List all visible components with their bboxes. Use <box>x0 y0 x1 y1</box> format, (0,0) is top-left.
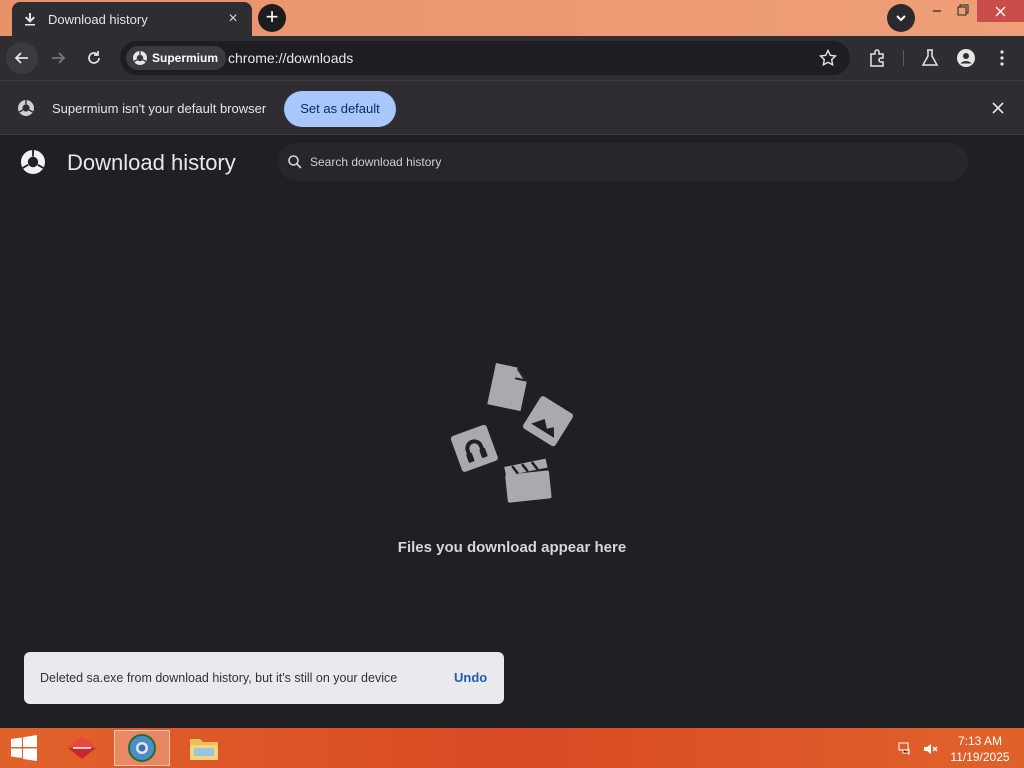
search-icon <box>288 155 302 169</box>
forward-button[interactable] <box>42 42 74 74</box>
close-icon[interactable] <box>989 99 1007 117</box>
network-icon[interactable] <box>898 741 914 757</box>
empty-state-message: Files you download appear here <box>397 539 627 556</box>
close-icon <box>995 6 1006 17</box>
arrow-right-icon <box>52 52 66 64</box>
document-icon <box>487 363 527 412</box>
bookmark-star-icon[interactable] <box>818 48 838 68</box>
taskbar-app-red[interactable] <box>54 730 110 766</box>
set-as-default-button[interactable]: Set as default <box>284 91 396 127</box>
start-button[interactable] <box>0 730 48 766</box>
undo-toast: Deleted sa.exe from download history, bu… <box>24 652 504 704</box>
restore-button[interactable] <box>950 0 974 22</box>
clock-time: 7:13 AM <box>957 734 1003 748</box>
reload-icon <box>88 51 100 64</box>
profile-avatar-icon[interactable] <box>956 48 976 68</box>
folder-icon <box>190 739 218 760</box>
restore-icon <box>957 4 969 16</box>
toast-message: Deleted sa.exe from download history, bu… <box>40 671 398 685</box>
window-close-button[interactable] <box>977 0 1024 22</box>
tab-search-button[interactable] <box>887 4 915 32</box>
default-browser-infobar: Supermium isn't your default browser Set… <box>0 80 1024 135</box>
clock-date: 11/19/2025 <box>950 750 1010 764</box>
infobar-message: Supermium isn't your default browser <box>52 101 267 116</box>
windows-taskbar: 7:13 AM 11/19/2025 <box>0 728 1024 768</box>
image-icon <box>522 396 574 447</box>
search-downloads-input[interactable]: Search download history <box>278 143 968 181</box>
chip-label: Supermium <box>152 51 219 65</box>
taskbar-file-explorer[interactable] <box>176 730 232 766</box>
supermium-logo-icon <box>21 150 45 174</box>
tab-download-history[interactable]: Download history × <box>12 2 252 36</box>
system-clock[interactable]: 7:13 AM 11/19/2025 <box>948 733 1012 765</box>
new-tab-button[interactable]: + <box>258 4 286 32</box>
download-icon <box>25 13 35 26</box>
supermium-logo-icon <box>133 51 147 65</box>
extensions-icon[interactable] <box>867 48 887 68</box>
minimize-icon <box>933 10 941 12</box>
page-title: Download history <box>67 150 236 175</box>
title-bar: Download history × + <box>0 0 1024 36</box>
empty-downloads-illustration <box>450 363 574 503</box>
app-red-diamond-icon <box>68 737 96 759</box>
supermium-logo-icon <box>18 100 34 116</box>
toolbar-divider <box>903 50 904 66</box>
search-placeholder: Search download history <box>310 155 442 169</box>
chevron-down-icon <box>896 15 906 22</box>
tab-close-button[interactable]: × <box>224 10 242 28</box>
site-info-chip[interactable]: Supermium <box>126 46 227 70</box>
url-text: chrome://downloads <box>228 50 354 66</box>
supermium-browser-icon <box>128 734 156 762</box>
undo-button[interactable]: Undo <box>454 670 487 685</box>
minimize-button[interactable] <box>925 0 949 22</box>
tab-title: Download history <box>48 11 148 27</box>
address-bar[interactable]: Supermium chrome://downloads <box>120 41 850 75</box>
volume-muted-icon[interactable] <box>922 741 938 757</box>
browser-toolbar: Supermium chrome://downloads <box>0 36 1024 80</box>
windows-logo-icon <box>11 735 37 761</box>
video-clapper-icon <box>504 458 552 503</box>
back-button[interactable] <box>6 42 38 74</box>
labs-flask-icon[interactable] <box>920 48 940 68</box>
taskbar-supermium[interactable] <box>114 730 170 766</box>
reload-button[interactable] <box>78 42 110 74</box>
menu-kebab-icon[interactable] <box>992 48 1012 68</box>
downloads-page: Download history Search download history… <box>0 135 1024 728</box>
arrow-left-icon <box>14 52 28 64</box>
audio-file-icon <box>450 424 498 472</box>
